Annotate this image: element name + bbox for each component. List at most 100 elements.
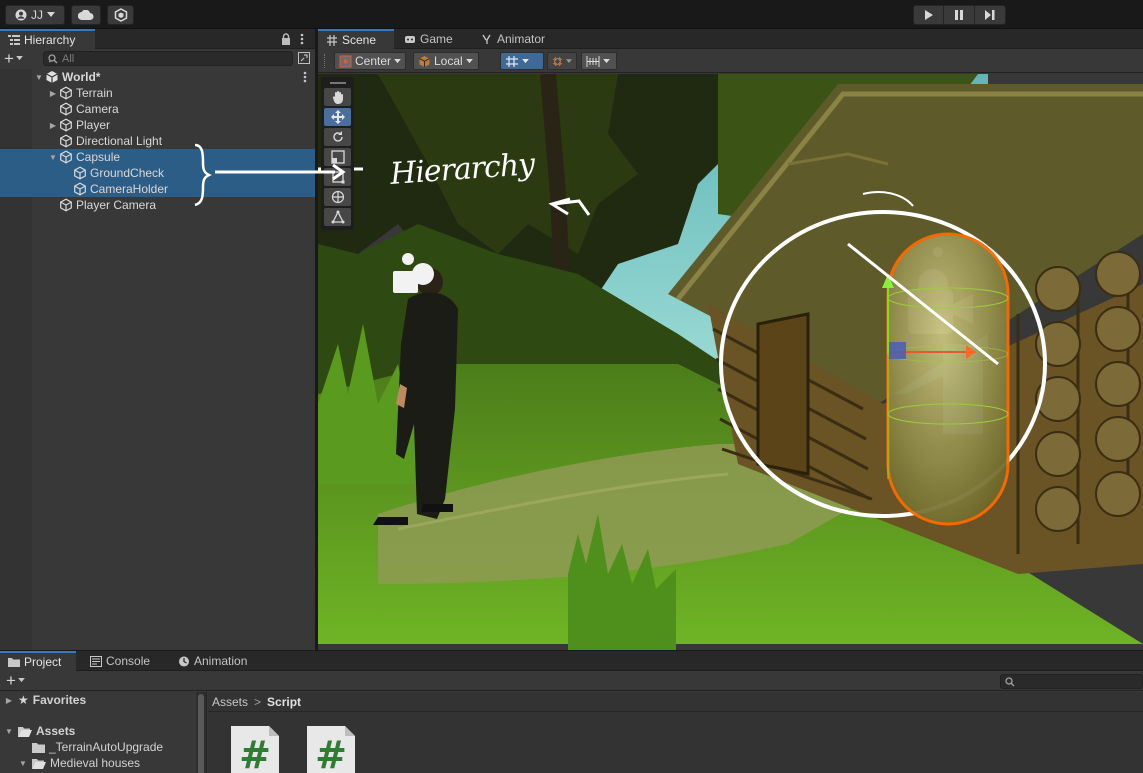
lock-icon[interactable] bbox=[281, 33, 291, 45]
pivot-mode-dropdown[interactable]: Center bbox=[334, 52, 406, 70]
assets-row[interactable]: ▼ Assets bbox=[0, 723, 206, 739]
tab-label: Scene bbox=[342, 33, 377, 47]
chevron-down-icon bbox=[522, 58, 529, 63]
pivot-mode-label: Center bbox=[354, 54, 392, 68]
gameobject-cube-icon bbox=[60, 198, 72, 212]
hierarchy-item[interactable]: ▶ Player bbox=[0, 117, 315, 133]
breadcrumb: Assets > Script bbox=[208, 692, 1143, 712]
hierarchy-item-label: Player bbox=[76, 118, 111, 132]
folder-open-icon bbox=[18, 726, 32, 737]
increment-snap-toggle[interactable] bbox=[547, 52, 577, 70]
gamepad-icon bbox=[405, 35, 415, 43]
chevron-down-icon bbox=[18, 678, 25, 683]
breadcrumb-root[interactable]: Assets bbox=[212, 695, 248, 709]
cloud-icon bbox=[78, 10, 94, 20]
script-asset[interactable]: # bbox=[306, 725, 356, 773]
collab-button[interactable] bbox=[107, 5, 134, 25]
hierarchy-item-label: Directional Light bbox=[76, 134, 163, 148]
folder-icon bbox=[32, 742, 45, 753]
gameobject-cube-icon bbox=[74, 166, 86, 180]
search-icon bbox=[48, 53, 58, 63]
space-mode-label: Local bbox=[434, 54, 463, 68]
tab-scene[interactable]: Scene bbox=[318, 29, 394, 49]
cloud-button[interactable] bbox=[71, 5, 101, 25]
tab-game[interactable]: Game bbox=[396, 29, 471, 49]
expand-arrow-icon[interactable]: ▶ bbox=[4, 696, 14, 705]
add-label: + bbox=[4, 48, 14, 68]
tab-hierarchy-label: Hierarchy bbox=[24, 33, 76, 47]
tab-console[interactable]: Console bbox=[82, 651, 166, 671]
animator-icon bbox=[482, 34, 491, 44]
script-asset[interactable]: # bbox=[230, 725, 280, 773]
chevron-down-icon bbox=[465, 58, 473, 63]
pause-button[interactable] bbox=[944, 5, 975, 25]
tab-label: Console bbox=[106, 654, 151, 668]
hierarchy-item[interactable]: ▶ Terrain bbox=[0, 85, 315, 101]
hierarchy-tabbar: Hierarchy bbox=[0, 29, 315, 49]
move-tool[interactable] bbox=[324, 108, 351, 126]
hierarchy-search[interactable]: All bbox=[43, 51, 293, 66]
local-space-icon bbox=[419, 55, 430, 67]
gameobject-cube-icon bbox=[74, 182, 86, 196]
expand-arrow-icon[interactable]: ▼ bbox=[4, 727, 14, 736]
space-mode-dropdown[interactable]: Local bbox=[413, 52, 479, 70]
folder-tree-scrollbar[interactable] bbox=[196, 692, 206, 773]
tab-animation[interactable]: Animation bbox=[170, 651, 260, 671]
tab-label: Project bbox=[24, 655, 62, 669]
play-icon bbox=[924, 10, 933, 20]
tab-hierarchy[interactable]: Hierarchy bbox=[0, 29, 95, 49]
folder-label: _TerrainAutoUpgrade bbox=[49, 740, 164, 754]
breadcrumb-current: Script bbox=[267, 694, 302, 709]
more-options-icon[interactable] bbox=[300, 33, 304, 45]
hierarchy-item[interactable]: Camera bbox=[0, 101, 315, 117]
scene-visibility-icon[interactable] bbox=[298, 52, 310, 64]
folder-row[interactable]: ▼ Medieval houses bbox=[0, 755, 206, 771]
add-object-button[interactable]: + bbox=[4, 48, 23, 68]
expand-arrow-icon[interactable]: ▼ bbox=[18, 759, 28, 768]
breadcrumb-separator: > bbox=[254, 694, 262, 709]
hand-tool[interactable] bbox=[324, 88, 351, 106]
chevron-down-icon bbox=[16, 56, 23, 61]
chevron-down-icon bbox=[47, 12, 55, 17]
expand-arrow-icon[interactable]: ▼ bbox=[33, 73, 45, 82]
hand-icon bbox=[332, 91, 343, 104]
scene-root-world[interactable]: ▼ World* bbox=[0, 69, 315, 85]
gameobject-cube-icon bbox=[60, 102, 72, 116]
hierarchy-search-placeholder: All bbox=[62, 52, 75, 65]
grid-snap-toggle[interactable] bbox=[500, 52, 544, 70]
add-label: + bbox=[6, 671, 16, 690]
toolbar-grip bbox=[324, 54, 326, 68]
project-search[interactable] bbox=[1000, 674, 1143, 689]
align-dropdown[interactable] bbox=[581, 52, 617, 70]
create-asset-button[interactable]: + bbox=[6, 672, 25, 689]
scene-toolbar: Center Local bbox=[318, 49, 1143, 73]
scene-name: World* bbox=[62, 70, 101, 84]
scene-tabbar: Scene Game Animator bbox=[318, 29, 1143, 49]
play-button[interactable] bbox=[913, 5, 944, 25]
user-icon bbox=[15, 9, 27, 21]
tab-label: Animation bbox=[194, 654, 248, 668]
grid-snap-icon bbox=[506, 55, 518, 67]
main-toolbar: JJ bbox=[0, 0, 1143, 29]
hierarchy-item-label: Capsule bbox=[76, 150, 121, 164]
folder-label: Medieval houses bbox=[50, 756, 141, 770]
account-dropdown[interactable]: JJ bbox=[5, 5, 65, 25]
script-glyph: # bbox=[315, 733, 347, 773]
step-button[interactable] bbox=[975, 5, 1006, 25]
project-panel: Project Console Animation + ▶ ★ Favorites … bbox=[0, 650, 1143, 773]
tab-animator[interactable]: Animator bbox=[473, 29, 563, 49]
folder-row[interactable]: _TerrainAutoUpgrade bbox=[0, 739, 206, 755]
favorites-row[interactable]: ▶ ★ Favorites bbox=[0, 692, 206, 708]
expand-arrow-icon[interactable]: ▶ bbox=[47, 121, 59, 130]
expand-arrow-icon[interactable]: ▼ bbox=[47, 153, 59, 162]
assets-label: Assets bbox=[36, 724, 76, 738]
scrollbar-thumb[interactable] bbox=[198, 694, 204, 773]
more-options-icon[interactable] bbox=[303, 71, 307, 83]
project-toolbar: + bbox=[0, 671, 1143, 691]
tab-project[interactable]: Project bbox=[0, 651, 76, 671]
expand-arrow-icon[interactable]: ▶ bbox=[47, 89, 59, 98]
pivot-center-icon bbox=[339, 55, 352, 67]
tools-grip[interactable] bbox=[324, 80, 351, 86]
account-name: JJ bbox=[31, 8, 43, 22]
project-folder-tree: ▶ ★ Favorites ▼ Assets _TerrainAutoUpgra… bbox=[0, 692, 207, 773]
